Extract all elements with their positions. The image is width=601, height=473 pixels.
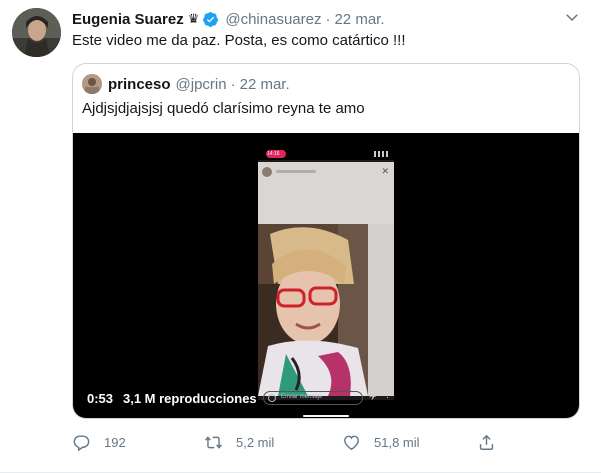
story-username bbox=[276, 170, 316, 173]
video-controls: 0:53 3,1 M reproducciones Enviar mensaje… bbox=[73, 383, 579, 413]
quoted-avatar[interactable] bbox=[82, 74, 102, 94]
crown-emoji: ♛ bbox=[187, 11, 200, 26]
retweet-icon bbox=[205, 435, 222, 449]
more-icon: ⋮ bbox=[383, 389, 392, 399]
share-button[interactable] bbox=[477, 432, 509, 452]
quoted-timestamp[interactable]: 22 mar. bbox=[240, 76, 290, 93]
like-button[interactable]: 51,8 mil bbox=[342, 432, 420, 452]
action-bar: 192 5,2 mil 51,8 mil bbox=[72, 432, 502, 452]
view-count: 3,1 M reproducciones bbox=[123, 391, 257, 406]
video-frame: 14:16 ✕ bbox=[258, 148, 394, 400]
separator-dot: · bbox=[230, 75, 236, 93]
share-icon bbox=[479, 434, 494, 450]
display-name[interactable]: Eugenia Suarez bbox=[72, 11, 184, 28]
quoted-display-name[interactable]: princeso bbox=[108, 76, 171, 93]
quoted-tweet[interactable]: princeso @jpcrin · 22 mar. Ajdjsjdjajsjs… bbox=[72, 63, 580, 419]
quoted-header: princeso @jpcrin · 22 mar. bbox=[108, 74, 290, 94]
phone-status-bar: 14:16 bbox=[258, 148, 394, 160]
retweet-button[interactable]: 5,2 mil bbox=[204, 432, 274, 452]
avatar[interactable] bbox=[12, 8, 61, 57]
camera-icon bbox=[268, 394, 276, 402]
retweet-count: 5,2 mil bbox=[236, 434, 275, 450]
reply-count: 192 bbox=[104, 434, 126, 450]
like-count: 51,8 mil bbox=[374, 434, 420, 450]
send-icon: ✈ bbox=[369, 392, 377, 402]
reply-button[interactable]: 192 bbox=[72, 432, 126, 452]
story-background bbox=[368, 224, 394, 396]
handle[interactable]: @chinasuarez bbox=[225, 11, 321, 28]
like-icon bbox=[344, 435, 359, 450]
recording-time: 14:16 bbox=[267, 151, 280, 157]
story-avatar bbox=[262, 167, 272, 177]
story-image bbox=[258, 224, 368, 396]
video-duration: 0:53 bbox=[87, 391, 114, 406]
reply-icon bbox=[73, 434, 90, 451]
signal-icon bbox=[374, 151, 388, 157]
close-icon: ✕ bbox=[381, 166, 389, 176]
timestamp[interactable]: 22 mar. bbox=[334, 11, 384, 28]
video-progress-bar[interactable] bbox=[303, 415, 349, 417]
chevron-down-icon[interactable] bbox=[562, 8, 582, 26]
quoted-text: Ajdjsjdjajsjsj quedó clarísimo reyna te … bbox=[82, 100, 365, 117]
tweet-header: Eugenia Suarez ♛ @chinasuarez · 22 mar. bbox=[72, 9, 385, 29]
story-message-placeholder: Enviar mensaje bbox=[281, 394, 323, 400]
verified-badge-icon bbox=[202, 11, 219, 28]
separator-dot: · bbox=[325, 10, 331, 28]
story-header: ✕ bbox=[258, 162, 394, 224]
quoted-handle[interactable]: @jpcrin bbox=[176, 76, 227, 93]
tweet[interactable]: Eugenia Suarez ♛ @chinasuarez · 22 mar. … bbox=[0, 0, 601, 473]
story-message-field: Enviar mensaje bbox=[263, 391, 363, 405]
video-player[interactable]: 14:16 ✕ 0:53 3,1 M reproducciones Enviar… bbox=[73, 133, 579, 418]
tweet-text: Este video me da paz. Posta, es como cat… bbox=[72, 32, 406, 49]
